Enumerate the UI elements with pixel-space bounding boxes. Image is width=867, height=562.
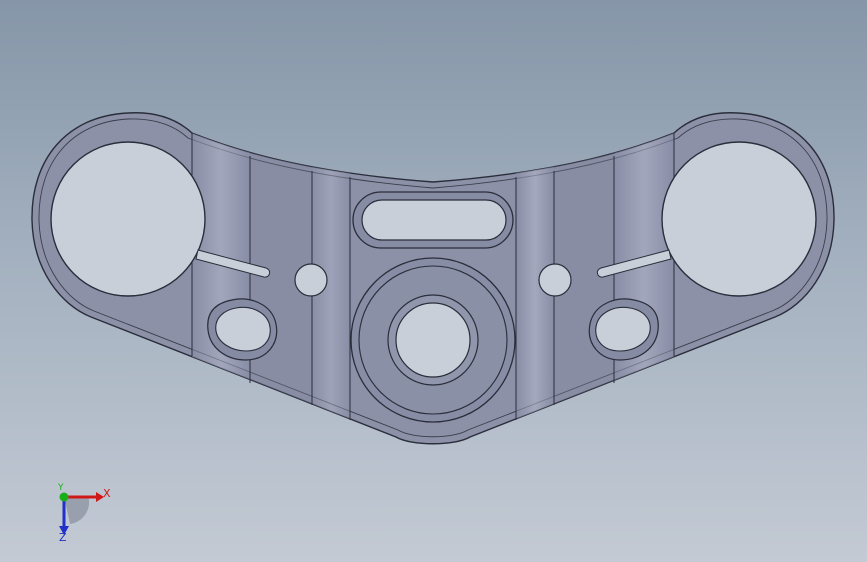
triad-plane-shadow bbox=[64, 496, 90, 524]
right-bolt-hole[interactable] bbox=[538, 263, 572, 297]
y-axis-dot bbox=[59, 492, 69, 502]
right-fork-hole[interactable] bbox=[661, 141, 817, 297]
left-bolt-hole[interactable] bbox=[294, 263, 328, 297]
x-axis-label: X bbox=[103, 487, 111, 500]
steering-stem-bore[interactable] bbox=[395, 302, 471, 378]
left-fork-hole[interactable] bbox=[50, 141, 206, 297]
graphics-viewport[interactable]: X Y Z bbox=[0, 0, 867, 562]
orientation-triad[interactable]: X Y Z bbox=[40, 478, 120, 548]
model-view[interactable] bbox=[0, 0, 867, 562]
y-axis-label: Y bbox=[58, 483, 64, 493]
top-slot[interactable] bbox=[361, 199, 507, 241]
z-axis-label: Z bbox=[59, 531, 67, 544]
